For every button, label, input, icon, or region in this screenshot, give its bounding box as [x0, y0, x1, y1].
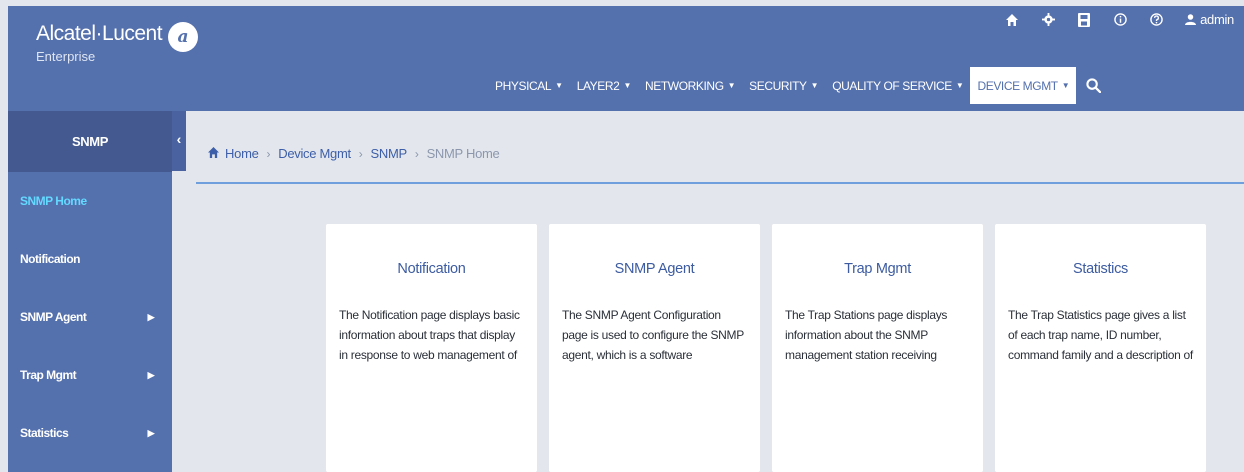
sidebar-item-statistics[interactable]: Statistics ▶ — [8, 404, 172, 462]
breadcrumb-home[interactable]: Home — [208, 146, 259, 161]
caret-down-icon: ▼ — [623, 81, 631, 90]
username: admin — [1200, 12, 1234, 27]
card-statistics[interactable]: Statistics The Trap Statistics page give… — [995, 224, 1206, 472]
save-icon[interactable] — [1077, 12, 1091, 27]
card-description: The SNMP Agent Configuration page is use… — [562, 308, 744, 362]
sidebar-item-snmp-agent[interactable]: SNMP Agent ▶ — [8, 288, 172, 346]
chevron-left-icon: ‹ — [176, 131, 182, 147]
caret-down-icon: ▼ — [810, 81, 819, 90]
nav-layer2[interactable]: LAYER2 ▼ — [570, 67, 638, 104]
top-header: Alcatel·Lucent Enterprise a admin PHYSIC… — [8, 6, 1244, 111]
brand-subtitle: Enterprise — [36, 49, 96, 64]
help-icon[interactable] — [1149, 13, 1163, 27]
card-trap-mgmt[interactable]: Trap Mgmt The Trap Stations page display… — [772, 224, 983, 472]
card-description: The Notification page displays basic inf… — [339, 308, 520, 362]
caret-down-icon: ▼ — [955, 81, 964, 90]
card-description: The Trap Stations page displays informat… — [785, 308, 948, 362]
card-description: The Trap Statistics page gives a list of… — [1008, 308, 1193, 362]
chevron-right-icon: ▶ — [147, 369, 155, 380]
nav-label: QUALITY OF SERVICE — [832, 78, 952, 93]
sidebar-item-label: Trap Mgmt — [20, 368, 77, 382]
breadcrumb-separator: › — [266, 146, 271, 161]
card-snmp-agent[interactable]: SNMP Agent The SNMP Agent Configuration … — [549, 224, 760, 472]
top-icon-bar: admin — [1005, 12, 1234, 27]
nav-label: PHYSICAL — [495, 78, 552, 93]
breadcrumb: Home › Device Mgmt › SNMP › SNMP Home — [208, 146, 500, 161]
caret-down-icon: ▼ — [1061, 81, 1070, 90]
brand-mark-icon: a — [168, 22, 198, 52]
sidebar-item-label: Statistics — [20, 426, 69, 440]
breadcrumb-device-mgmt[interactable]: Device Mgmt — [278, 146, 351, 161]
breadcrumb-current: SNMP Home — [426, 146, 500, 161]
sidebar-collapse-button[interactable]: ‹ — [172, 111, 186, 171]
breadcrumb-separator: › — [414, 146, 419, 161]
sidebar-item-snmp-home[interactable]: SNMP Home — [8, 172, 172, 230]
home-icon[interactable] — [1005, 13, 1019, 27]
card-title[interactable]: SNMP Agent — [549, 261, 760, 277]
main-nav: PHYSICAL ▼ LAYER2 ▼ NETWORKING ▼ SECURITY ▼ … — [488, 67, 1111, 104]
user-menu[interactable]: admin — [1185, 12, 1234, 27]
caret-down-icon: ▼ — [555, 81, 563, 90]
gear-icon[interactable] — [1041, 13, 1055, 27]
breadcrumb-snmp[interactable]: SNMP — [371, 146, 408, 161]
nav-label: LAYER2 — [576, 78, 620, 93]
sidebar: SNMP SNMP Home Notification SNMP Agent ▶… — [8, 111, 172, 472]
sidebar-item-label: SNMP Agent — [20, 310, 87, 324]
sidebar-item-trap-mgmt[interactable]: Trap Mgmt ▶ — [8, 346, 172, 404]
nav-physical[interactable]: PHYSICAL ▼ — [488, 67, 570, 104]
search-icon[interactable] — [1076, 67, 1111, 104]
card-title[interactable]: Trap Mgmt — [772, 261, 983, 277]
breadcrumb-separator: › — [358, 146, 363, 161]
card-title[interactable]: Notification — [326, 261, 537, 277]
sidebar-title: SNMP — [8, 111, 172, 172]
chevron-right-icon: ▶ — [147, 427, 155, 438]
chevron-right-icon: ▶ — [147, 311, 155, 322]
nav-networking[interactable]: NETWORKING ▼ — [638, 67, 742, 104]
card-title[interactable]: Statistics — [995, 261, 1206, 277]
info-icon[interactable] — [1113, 13, 1127, 27]
nav-label: SECURITY — [749, 78, 807, 93]
breadcrumb-divider — [196, 182, 1244, 184]
sidebar-item-notification[interactable]: Notification — [8, 230, 172, 288]
nav-security[interactable]: SECURITY ▼ — [742, 67, 825, 104]
nav-label: DEVICE MGMT — [977, 78, 1058, 93]
nav-label: NETWORKING — [644, 78, 724, 93]
caret-down-icon: ▼ — [727, 81, 736, 90]
nav-quality-of-service[interactable]: QUALITY OF SERVICE ▼ — [825, 67, 970, 104]
breadcrumb-home-label: Home — [225, 146, 259, 161]
sidebar-item-label: Notification — [20, 252, 81, 266]
brand-logo[interactable]: Alcatel·Lucent Enterprise a — [36, 22, 198, 66]
home-icon — [208, 147, 222, 161]
sidebar-item-label: SNMP Home — [20, 194, 87, 208]
user-icon — [1185, 14, 1197, 25]
card-notification[interactable]: Notification The Notification page displ… — [326, 224, 537, 472]
nav-device-mgmt[interactable]: DEVICE MGMT ▼ — [970, 67, 1077, 104]
brand-name: Alcatel·Lucent — [36, 22, 163, 45]
